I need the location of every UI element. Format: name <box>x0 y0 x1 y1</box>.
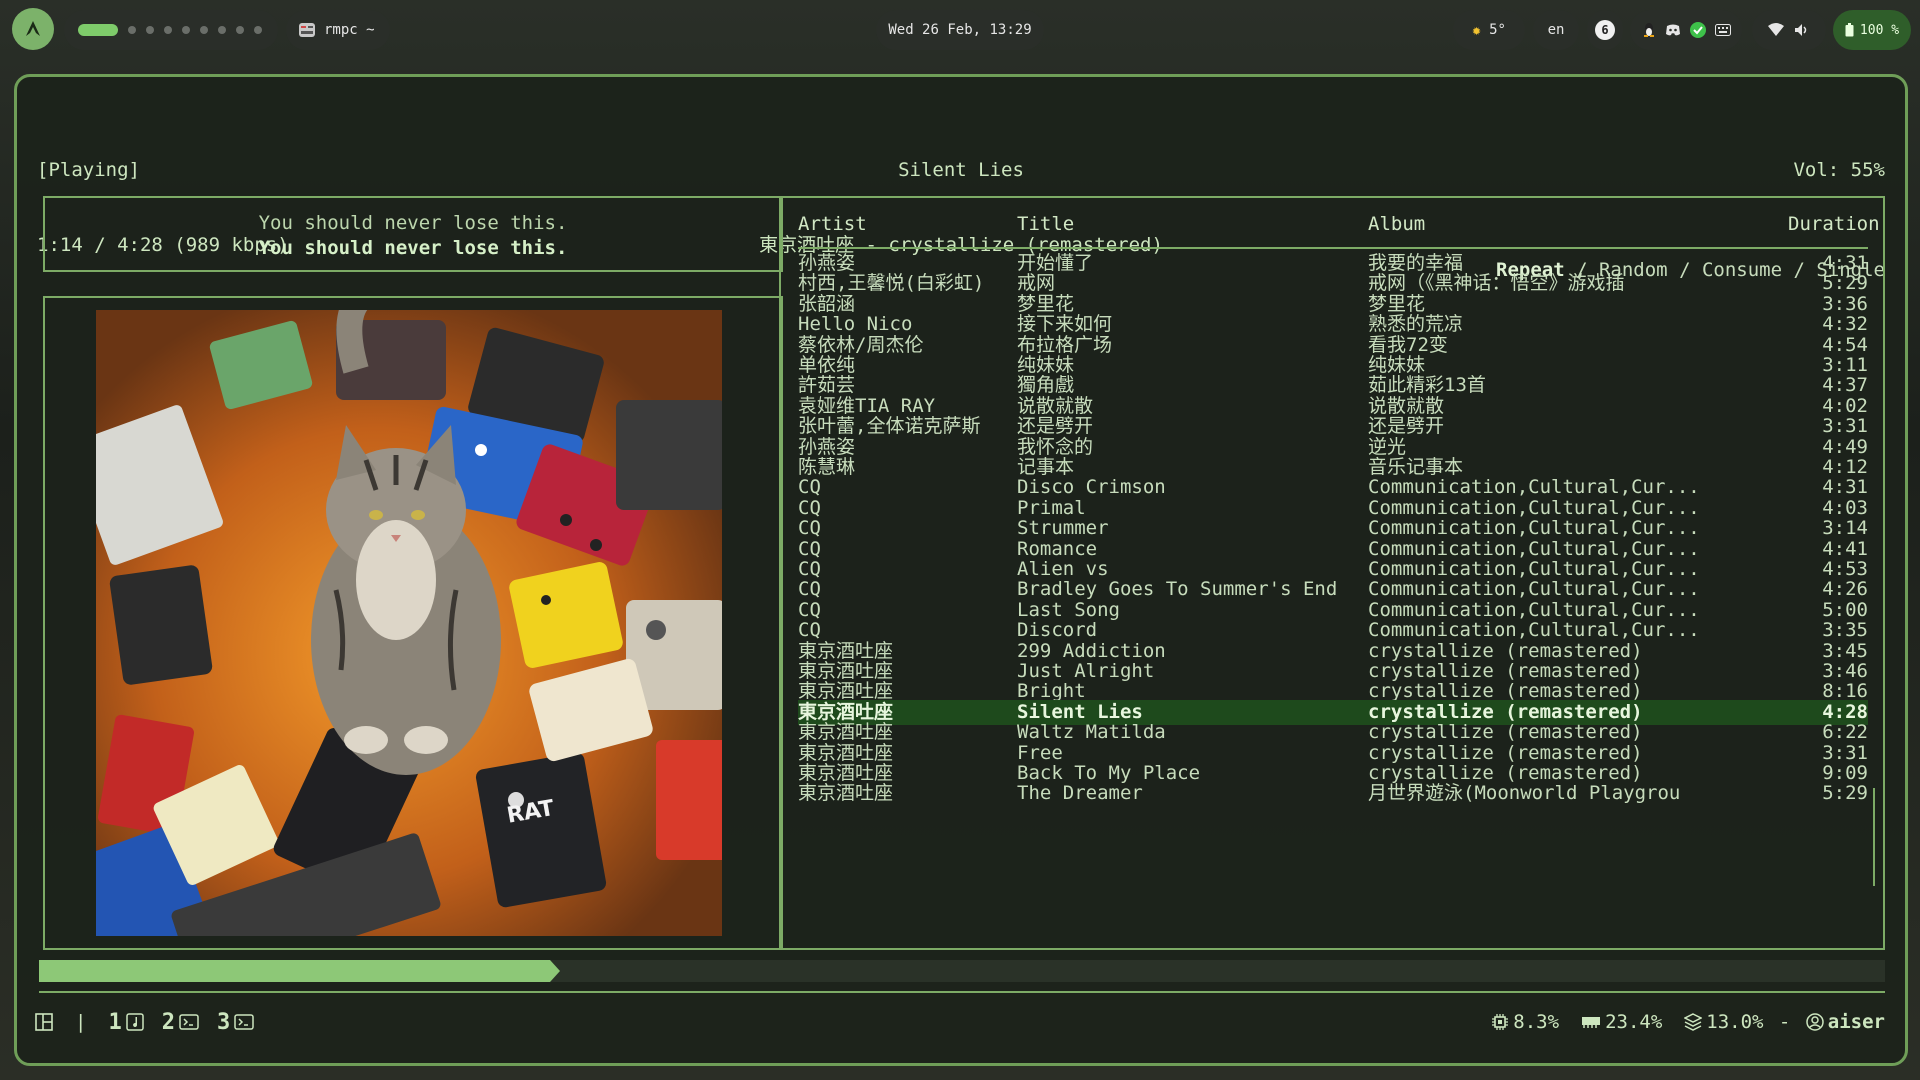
memory-icon <box>1582 1017 1601 1028</box>
battery-text: 100 % <box>1859 22 1900 38</box>
queue-header-row: Artist Title Album Duration <box>798 212 1880 237</box>
tab-3[interactable]: 3 <box>217 1010 254 1035</box>
lang-text: en <box>1547 22 1565 38</box>
stats-separator: - <box>1767 1011 1802 1033</box>
cell-artist: 東京酒吐座 <box>798 782 894 805</box>
tux-icon[interactable] <box>1642 22 1656 38</box>
header-divider <box>798 247 1868 249</box>
workspace-dot[interactable] <box>146 26 154 34</box>
column-header-duration[interactable]: Duration <box>1788 212 1880 237</box>
queue-table[interactable]: Artist Title Album Duration 孙燕姿 开始懂了 我要的幸福… <box>779 196 1885 950</box>
username: aiser <box>1827 1011 1885 1033</box>
memory-usage: 23.4% <box>1605 1011 1663 1033</box>
queue-scrollbar[interactable] <box>1873 788 1875 886</box>
lyric-line-previous: You should never lose this. <box>258 212 568 234</box>
workspace-active[interactable] <box>78 24 118 36</box>
progress-fill <box>39 960 561 982</box>
album-art: RAT <box>96 310 722 936</box>
workspace-dot[interactable] <box>128 26 136 34</box>
battery-indicator[interactable]: 100 % <box>1833 10 1911 50</box>
progress-bar[interactable] <box>39 960 1885 982</box>
sun-icon: ✹ <box>1472 21 1482 39</box>
lyrics-pane: You should never lose this. You should n… <box>43 196 783 272</box>
column-header-album[interactable]: Album <box>1368 212 1768 237</box>
column-header-title[interactable]: Title <box>1017 212 1362 237</box>
album-art-pane: RAT <box>43 296 783 950</box>
lyric-line-current: You should never lose this. <box>258 237 568 259</box>
active-window[interactable]: rmpc ~ <box>286 10 390 50</box>
terminal-window: [Playing] 1:14 / 4:28 (989 kbps) Silent … <box>14 74 1908 1066</box>
system-indicators <box>1752 10 1826 50</box>
disk-usage: 13.0% <box>1706 1011 1764 1033</box>
cell-duration: 5:29 <box>1822 782 1868 805</box>
workspace-dot[interactable] <box>164 26 172 34</box>
volume-level[interactable]: Vol: 55% <box>1427 158 1885 183</box>
cell-title: The Dreamer <box>1017 782 1143 805</box>
weather-temp: 5° <box>1489 22 1506 38</box>
disk-icon <box>1684 1013 1703 1031</box>
keyboard-layout[interactable]: en <box>1533 10 1579 50</box>
arch-logo-icon <box>26 21 40 36</box>
weather-widget[interactable]: ✹ 5° <box>1453 10 1525 50</box>
keyboard-icon[interactable] <box>1714 24 1731 36</box>
workspace-indicator[interactable] <box>64 10 278 50</box>
user-icon <box>1806 1013 1824 1031</box>
tab-2[interactable]: 2 <box>162 1010 199 1035</box>
tab-1[interactable]: 1 <box>108 1009 144 1035</box>
terminal-icon <box>234 1014 254 1030</box>
layout-icon[interactable] <box>35 1013 53 1031</box>
clock-text: Wed 26 Feb, 13:29 <box>888 22 1032 38</box>
clock[interactable]: Wed 26 Feb, 13:29 <box>876 10 1044 50</box>
top-bar: rmpc ~ Wed 26 Feb, 13:29 ✹ 5° en 6 100 % <box>0 0 1920 58</box>
status-bar: | 1 2 3 8.3% 23.4% 13.0% - aiser <box>17 1007 1905 1037</box>
album-art-image: RAT <box>96 310 722 936</box>
music-note-icon <box>125 1013 144 1031</box>
tab-number: 2 <box>161 1009 175 1035</box>
tab-number: 1 <box>108 1009 122 1035</box>
system-stats: 8.3% 23.4% 13.0% - aiser <box>1491 1007 1885 1037</box>
queue-row[interactable]: 東京酒吐座 The Dreamer 月世界遊泳(Moonworld Playgrou… <box>798 781 1868 806</box>
tab-bar: | 1 2 3 <box>35 1007 254 1037</box>
system-tray <box>1630 10 1742 50</box>
shield-icon[interactable] <box>1689 22 1706 38</box>
column-header-artist[interactable]: Artist <box>798 212 1016 237</box>
terminal-app-icon <box>299 23 315 37</box>
notifications-button[interactable]: 6 <box>1587 10 1623 50</box>
cpu-usage: 8.3% <box>1513 1011 1560 1033</box>
workspace-dot[interactable] <box>182 26 190 34</box>
terminal-icon <box>179 1014 199 1030</box>
cell-album: 月世界遊泳(Moonworld Playgrou <box>1368 782 1681 805</box>
workspace-dot[interactable] <box>200 26 208 34</box>
status-divider <box>39 991 1885 993</box>
notification-count: 6 <box>1595 20 1615 40</box>
cpu-icon <box>1492 1014 1509 1030</box>
discord-icon[interactable] <box>1665 23 1681 37</box>
battery-icon <box>1845 23 1854 37</box>
window-title: rmpc ~ <box>324 22 375 38</box>
workspace-dot[interactable] <box>254 26 262 34</box>
tab-divider-icon: | <box>75 1011 87 1033</box>
workspace-dot[interactable] <box>236 26 244 34</box>
workspace-dot[interactable] <box>218 26 226 34</box>
wifi-icon[interactable] <box>1768 23 1784 37</box>
volume-icon[interactable] <box>1794 23 1810 37</box>
launcher-button[interactable] <box>12 8 54 50</box>
tab-number: 3 <box>216 1009 231 1035</box>
